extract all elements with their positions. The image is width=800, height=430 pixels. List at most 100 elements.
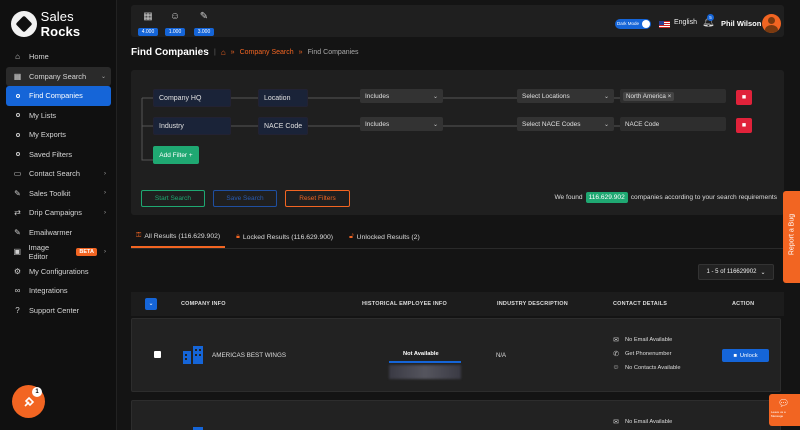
us-flag-icon[interactable] [659, 21, 670, 28]
chevron-right-icon: › [104, 190, 106, 197]
user-icon: ☺ [612, 364, 620, 371]
credit-value: 1.000 [165, 28, 185, 36]
logo[interactable]: Sales Rocks [11, 9, 116, 39]
chevron-down-icon: ⌄ [760, 269, 766, 276]
tab-unlocked-results[interactable]: 🔓︎ Unlocked Results (2) [344, 232, 425, 248]
sidebar-item-label: Contact Search [29, 169, 80, 179]
chevron-right-icon: › [104, 248, 106, 255]
tab-locked-results[interactable]: 🔒︎ Locked Results (116.629.900) [231, 232, 338, 248]
sidebar-item-my-lists[interactable]: My Lists [6, 106, 111, 126]
unlock-icon: 🔓︎ [349, 233, 354, 240]
credit-value: 4.000 [138, 28, 158, 36]
language-selector[interactable]: English [674, 19, 697, 26]
row-checkbox[interactable] [154, 351, 161, 358]
filter-attribute-chip[interactable]: NACE Code [258, 117, 308, 135]
nace-select[interactable]: Select NACE Codes ⌄ [517, 117, 614, 131]
tab-all-results[interactable]: ⚿ All Results (116.629.902) [131, 232, 226, 248]
user-name[interactable]: Phil Wilson [721, 19, 761, 28]
location-select[interactable]: Select Locations ⌄ [517, 89, 614, 103]
close-icon[interactable]: × [668, 93, 672, 100]
credit-tools[interactable]: ✎ 3.000 [194, 9, 214, 36]
filter-attribute-chip[interactable]: Location [258, 89, 308, 107]
column-header: ACTION [732, 301, 755, 307]
building-icon [183, 346, 203, 364]
unlock-button[interactable]: ■ Unlock [722, 349, 769, 362]
column-header: COMPANY INFO [181, 301, 226, 307]
home-icon[interactable]: ⌂ [221, 48, 226, 57]
beta-badge: BETA [76, 247, 97, 256]
save-search-button[interactable]: Save Search [213, 190, 277, 207]
credit-contacts[interactable]: ☺ 1.000 [165, 9, 185, 36]
pagination-select[interactable]: 1 - 5 of 116629902 ⌄ [698, 264, 774, 280]
sidebar-item-image-editor[interactable]: ▣ Image Editor BETA › [6, 242, 111, 262]
sidebar-item-sales-toolkit[interactable]: ✎ Sales Toolkit › [6, 184, 111, 204]
report-bug-button[interactable]: Report a Bug [783, 191, 800, 283]
company-name[interactable]: AMERICAS BEST WINGS [212, 352, 286, 359]
avatar[interactable] [762, 14, 781, 33]
sidebar-item-saved-filters[interactable]: Saved Filters [6, 145, 111, 165]
topbar: ▦ 4.000 ☺ 1.000 ✎ 3.000 Dark Mode Englis… [131, 5, 784, 37]
delete-filter-button[interactable]: ■ [736, 90, 752, 105]
location-value-field[interactable]: North America × [620, 89, 726, 103]
employee-bar [389, 361, 461, 363]
sidebar-item-my-exports[interactable]: My Exports [6, 125, 111, 145]
tabs-divider [131, 248, 784, 249]
sidebar-item-my-configurations[interactable]: ⚙ My Configurations [6, 262, 111, 282]
building-icon: ▦ [13, 71, 22, 81]
column-header: INDUSTRY DESCRIPTION [497, 301, 568, 307]
trash-icon: ■ [741, 122, 747, 129]
building-icon: ▦ [143, 10, 153, 22]
sidebar-item-label: Saved Filters [29, 149, 73, 159]
column-header: CONTACT DETAILS [613, 301, 668, 307]
sidebar-item-drip-campaigns[interactable]: ⇄ Drip Campaigns › [6, 203, 111, 223]
sidebar-item-label: My Configurations [29, 266, 89, 276]
sidebar-item-label: My Exports [29, 130, 66, 140]
sidebar-item-company-search[interactable]: ▦ Company Search ⌄ [6, 66, 111, 86]
results-count-badge: 116.629.902 [585, 192, 628, 203]
employee-info: Not Available [403, 351, 439, 357]
contact-icon: ▭ [13, 169, 22, 179]
chevron-right-icon: › [104, 209, 106, 216]
table-row: ✉ No Email Available [131, 400, 781, 430]
operator-select[interactable]: Includes ⌄ [360, 117, 443, 131]
filter-field-chip[interactable]: Company HQ [153, 89, 231, 107]
chat-widget[interactable]: 💬︎ Leave us a Message [769, 394, 800, 426]
app-root: Sales Rocks ⌂ Home ▦ Company Search ⌄ Fi… [0, 0, 800, 430]
sidebar-item-label: Support Center [29, 305, 80, 315]
credit-companies[interactable]: ▦ 4.000 [138, 9, 158, 36]
chevron-down-icon: ⌄ [432, 93, 438, 100]
dot-icon [13, 91, 22, 100]
selected-tag: North America × [623, 91, 675, 101]
sidebar-item-support-center[interactable]: ? Support Center [6, 301, 111, 321]
start-search-button[interactable]: Start Search [141, 190, 205, 207]
email-icon: ✉ [613, 337, 619, 344]
operator-select[interactable]: Includes ⌄ [360, 89, 443, 103]
sidebar-item-label: Home [29, 52, 49, 62]
contact-people: ☺ No Contacts Available [612, 364, 681, 371]
contact-phone[interactable]: ✆ Get Phonenumber [612, 350, 671, 358]
sidebar-item-contact-search[interactable]: ▭ Contact Search › [6, 164, 111, 184]
sidebar-item-integrations[interactable]: ∞ Integrations [6, 281, 111, 301]
sidebar-item-label: Find Companies [29, 91, 83, 101]
wrench-icon: ✎ [14, 227, 21, 237]
select-all-checkbox[interactable]: ⌄ [145, 298, 157, 310]
delete-filter-button[interactable]: ■ [736, 118, 752, 133]
breadcrumb-link[interactable]: Company Search [240, 49, 294, 56]
chevron-down-icon: ⌄ [603, 121, 609, 128]
filter-field-chip[interactable]: Industry [153, 117, 231, 135]
breadcrumb: | ⌂ » Company Search » Find Companies [214, 48, 359, 57]
list-icon: ⚿ [136, 232, 142, 239]
sidebar-item-emailwarmer[interactable]: ✎ Emailwarmer [6, 223, 111, 243]
rocket-icon [23, 396, 34, 407]
sidebar-item-find-companies[interactable]: Find Companies [6, 86, 111, 106]
add-filter-button[interactable]: Add Filter + [153, 146, 199, 164]
dark-mode-toggle[interactable]: Dark Mode [615, 19, 651, 29]
sidebar-item-label: My Lists [29, 110, 57, 120]
chat-widget-label: Leave us a Message [771, 410, 786, 418]
nace-value-field[interactable]: NACE Code [620, 117, 726, 131]
sidebar-item-home[interactable]: ⌂ Home [6, 47, 111, 67]
dot-icon [13, 150, 22, 159]
reset-filters-button[interactable]: Reset Filters [285, 190, 350, 207]
sidebar-nav: ⌂ Home ▦ Company Search ⌄ Find Companies… [6, 47, 111, 320]
help-icon: ? [15, 305, 20, 315]
